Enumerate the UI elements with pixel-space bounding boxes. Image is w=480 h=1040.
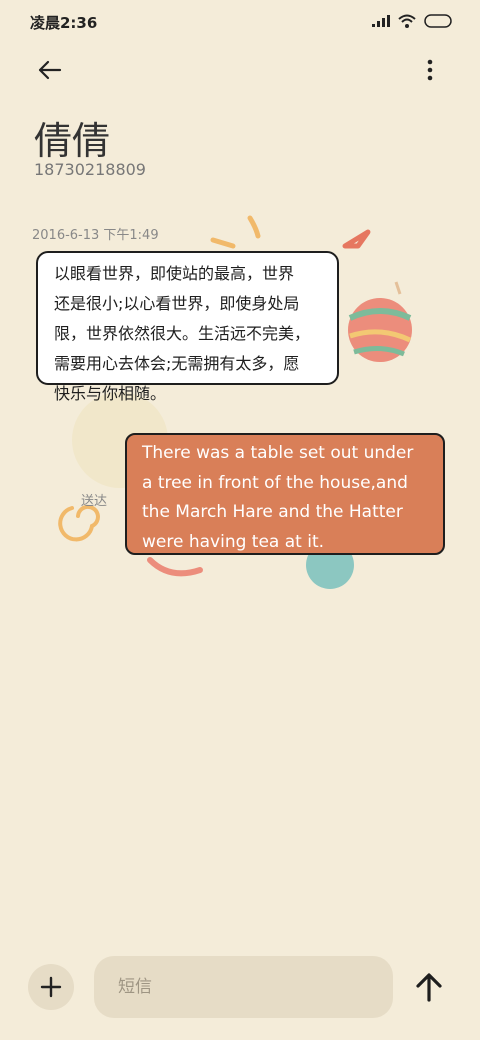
message-input[interactable] (94, 956, 393, 1018)
signal-icon (372, 15, 390, 27)
contact-number: 18730218809 (34, 160, 146, 179)
message-line: 以眼看世界，即使站的最高，世界 (54, 264, 295, 283)
more-vertical-icon (427, 59, 433, 81)
message-timestamp: 2016-6-13 下午1:49 (32, 228, 159, 243)
message-line: a tree in front of the house,and (142, 472, 408, 493)
message-line: 快乐与你相随。 (54, 384, 167, 403)
incoming-message-bubble[interactable]: 以眼看世界，即使站的最高，世界 还是很小;以心看世界，即使身处局 限，世界依然很… (36, 251, 339, 403)
more-options-button[interactable] (418, 54, 442, 86)
back-button[interactable] (34, 54, 66, 86)
plus-icon (40, 976, 62, 998)
app-bar (0, 44, 480, 94)
battery-icon (424, 14, 452, 28)
add-attachment-button[interactable] (28, 964, 74, 1010)
composer-bar (0, 950, 480, 1030)
send-button[interactable] (412, 970, 446, 1004)
contact-name: 倩倩 (34, 119, 111, 163)
arrow-up-icon (416, 973, 442, 1002)
message-line: the March Hare and the Hatter (142, 502, 403, 522)
message-line: 还是很小;以心看世界，即使身处局 (54, 294, 300, 313)
status-time: 凌晨2:36 (30, 14, 98, 32)
delivery-status: 送达 (81, 494, 108, 509)
status-icons (372, 14, 452, 28)
arrow-left-icon (38, 60, 62, 80)
wifi-icon (398, 14, 416, 28)
outgoing-message-bubble[interactable]: There was a table set out under a tree i… (125, 433, 445, 555)
message-line: 限，世界依然很大。生活远不完美， (54, 324, 311, 343)
message-line: were having tea at it. (142, 531, 325, 552)
message-line: There was a table set out under (142, 443, 414, 463)
message-line: 需要用心去体会;无需拥有太多，愿 (54, 354, 300, 373)
status-bar: 凌晨2:36 (0, 0, 480, 44)
